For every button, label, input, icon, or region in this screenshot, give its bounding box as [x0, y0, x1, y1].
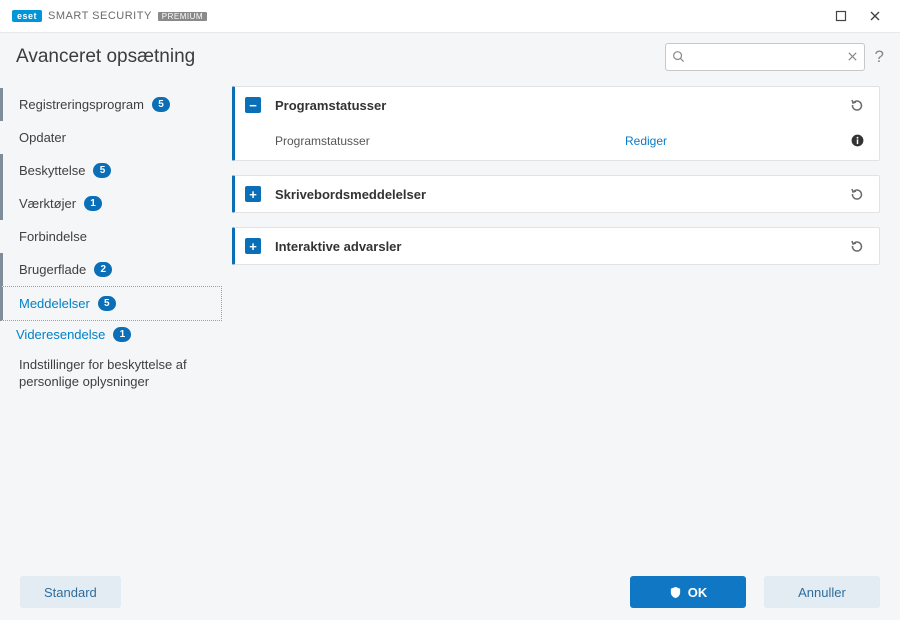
- search-icon: [672, 50, 685, 63]
- brand-logo: eset SMART SECURITY PREMIUM: [12, 10, 207, 22]
- shield-icon: [669, 586, 682, 599]
- title-bar: eset SMART SECURITY PREMIUM: [0, 0, 900, 32]
- panel-title: Programstatusser: [275, 98, 849, 113]
- search-field[interactable]: [665, 43, 865, 71]
- clear-search-icon[interactable]: [847, 51, 858, 62]
- sidebar-subitem-videresendelse[interactable]: Videresendelse 1: [0, 321, 222, 348]
- sidebar-item-meddelelser[interactable]: Meddelelser 5: [0, 286, 222, 321]
- sidebar-item-registreringsprogram[interactable]: Registreringsprogram 5: [0, 88, 222, 121]
- panel-skrivebordsmeddelelser: + Skrivebordsmeddelelser: [232, 175, 880, 213]
- sidebar-item-label: Brugerflade: [19, 262, 86, 277]
- search-input[interactable]: [685, 50, 847, 64]
- window-maximize-button[interactable]: [824, 2, 858, 30]
- brand-edition: PREMIUM: [158, 12, 207, 21]
- reset-icon[interactable]: [849, 97, 865, 113]
- panel-header[interactable]: + Skrivebordsmeddelelser: [235, 176, 879, 212]
- ok-button[interactable]: OK: [630, 576, 746, 608]
- sidebar: Registreringsprogram 5 Opdater Beskyttel…: [0, 80, 222, 564]
- row-label: Programstatusser: [275, 134, 625, 148]
- brand-badge: eset: [12, 10, 42, 22]
- panel-title: Skrivebordsmeddelelser: [275, 187, 849, 202]
- sidebar-item-beskyttelse[interactable]: Beskyttelse 5: [0, 154, 222, 187]
- page-title: Avanceret opsætning: [16, 46, 195, 68]
- sidebar-item-privacy-settings[interactable]: Indstillinger for beskyttelse af personl…: [0, 348, 222, 400]
- sidebar-item-forbindelse[interactable]: Forbindelse: [0, 220, 222, 253]
- sidebar-item-opdater[interactable]: Opdater: [0, 121, 222, 154]
- standard-button[interactable]: Standard: [20, 576, 121, 608]
- count-badge: 1: [84, 196, 102, 211]
- panel-header[interactable]: − Programstatusser: [235, 87, 879, 123]
- count-badge: 5: [152, 97, 170, 112]
- maximize-icon: [835, 10, 847, 22]
- close-icon: [869, 10, 881, 22]
- expand-icon: +: [245, 186, 261, 202]
- sidebar-item-label: Værktøjer: [19, 196, 76, 211]
- sidebar-item-label: Registreringsprogram: [19, 97, 144, 112]
- count-badge: 5: [93, 163, 111, 178]
- sidebar-item-label: Meddelelser: [19, 296, 90, 311]
- expand-icon: +: [245, 238, 261, 254]
- body: Registreringsprogram 5 Opdater Beskyttel…: [0, 80, 900, 564]
- panel-row: Programstatusser Rediger: [235, 123, 879, 160]
- count-badge: 5: [98, 296, 116, 311]
- sidebar-item-vaerktoejer[interactable]: Værktøjer 1: [0, 187, 222, 220]
- panel-title: Interaktive advarsler: [275, 239, 849, 254]
- header: Avanceret opsætning ?: [0, 32, 900, 80]
- count-badge: 2: [94, 262, 112, 277]
- reset-icon[interactable]: [849, 186, 865, 202]
- sidebar-item-label: Forbindelse: [19, 229, 87, 244]
- sidebar-item-brugerflade[interactable]: Brugerflade 2: [0, 253, 222, 286]
- content-area: − Programstatusser Programstatusser Redi…: [222, 80, 900, 564]
- sidebar-item-label: Videresendelse: [16, 327, 105, 342]
- edit-link[interactable]: Rediger: [625, 134, 667, 148]
- panel-interaktive-advarsler: + Interaktive advarsler: [232, 227, 880, 265]
- footer: Standard OK Annuller: [0, 564, 900, 620]
- brand-name: SMART SECURITY: [48, 10, 152, 22]
- sidebar-item-label: Opdater: [19, 130, 66, 145]
- collapse-icon: −: [245, 97, 261, 113]
- info-icon[interactable]: [850, 133, 865, 148]
- window-close-button[interactable]: [858, 2, 892, 30]
- panel-programstatusser: − Programstatusser Programstatusser Redi…: [232, 86, 880, 161]
- help-button[interactable]: ?: [875, 47, 884, 67]
- cancel-button[interactable]: Annuller: [764, 576, 880, 608]
- count-badge: 1: [113, 327, 131, 342]
- ok-label: OK: [688, 585, 708, 600]
- sidebar-item-label: Indstillinger for beskyttelse af personl…: [19, 357, 210, 391]
- panel-header[interactable]: + Interaktive advarsler: [235, 228, 879, 264]
- reset-icon[interactable]: [849, 238, 865, 254]
- sidebar-item-label: Beskyttelse: [19, 163, 85, 178]
